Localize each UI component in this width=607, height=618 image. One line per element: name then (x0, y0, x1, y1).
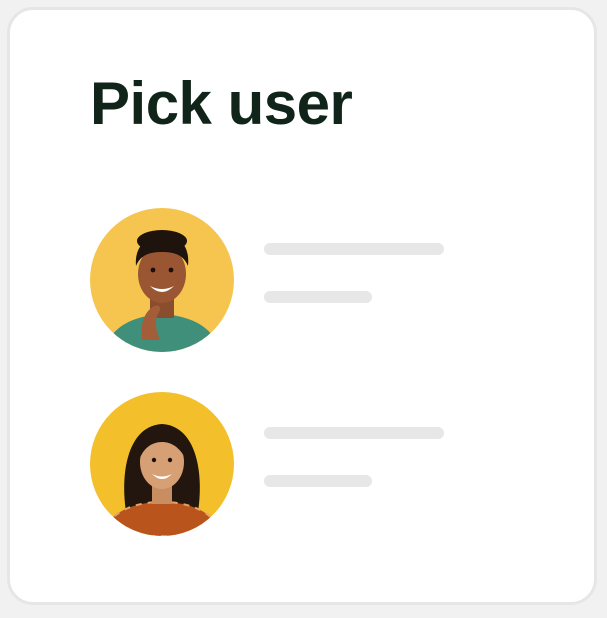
pick-user-card: Pick user (7, 7, 597, 605)
placeholder-text-line (264, 291, 372, 303)
placeholder-text-line (264, 243, 444, 255)
person-avatar-icon (90, 208, 234, 352)
user-list-item[interactable] (90, 392, 570, 538)
user-list-item[interactable] (90, 208, 570, 354)
placeholder-text-line (264, 427, 444, 439)
placeholder-text-line (264, 475, 372, 487)
card-title: Pick user (90, 70, 353, 137)
person-avatar-icon (90, 392, 234, 536)
